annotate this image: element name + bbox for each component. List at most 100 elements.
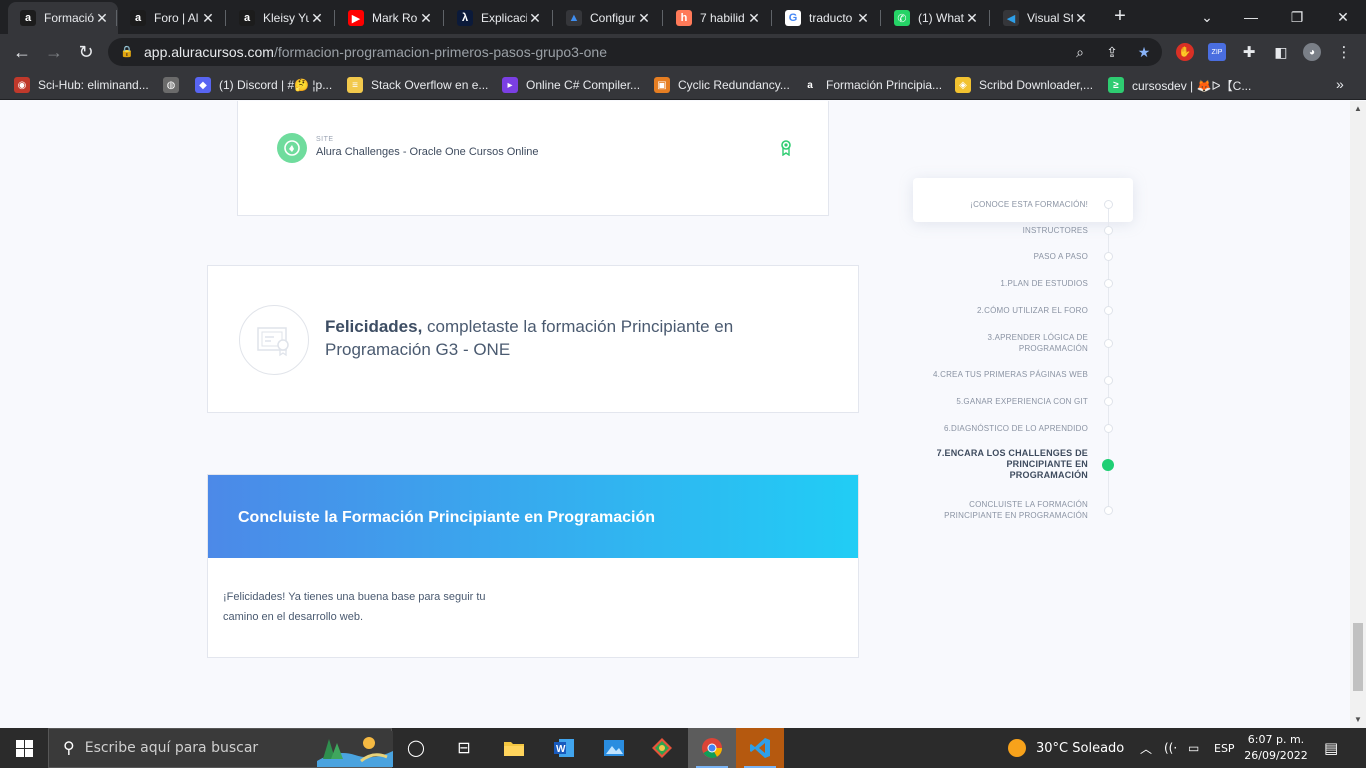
tab-separator bbox=[334, 10, 335, 26]
step-link[interactable]: INSTRUCTORES bbox=[918, 225, 1088, 236]
step-link[interactable]: 5.GANAR EXPERIENCIA CON GIT bbox=[918, 396, 1088, 407]
step-link[interactable]: 1.PLAN DE ESTUDIOS bbox=[918, 278, 1088, 289]
browser-tab[interactable]: ✆ (1) What ✕ bbox=[882, 2, 988, 34]
tab-close-icon[interactable]: ✕ bbox=[94, 10, 110, 27]
step-link[interactable]: ¡CONOCE ESTA FORMACIÓN! bbox=[918, 199, 1088, 210]
tab-close-icon[interactable]: ✕ bbox=[200, 10, 216, 27]
taskbar-search-box[interactable]: ⚲ Escribe aquí para buscar bbox=[48, 728, 393, 768]
step-link[interactable]: 2.CÓMO UTILIZAR EL FORO bbox=[918, 305, 1088, 316]
restore-button[interactable]: ❐ bbox=[1274, 0, 1320, 34]
tab-close-icon[interactable]: ✕ bbox=[964, 10, 980, 27]
word-icon[interactable]: W bbox=[540, 728, 588, 768]
award-ribbon-icon bbox=[781, 140, 791, 156]
tab-close-icon[interactable]: ✕ bbox=[746, 10, 762, 27]
bookmark-item[interactable]: ◈ Scribd Downloader,... bbox=[955, 76, 1093, 94]
wifi-icon[interactable]: ((· bbox=[1164, 728, 1177, 768]
browser-tab[interactable]: ▶ Mark Ro ✕ bbox=[336, 2, 442, 34]
browser-tab[interactable]: Gtraducto ✕ bbox=[773, 2, 879, 34]
bookmark-favicon-icon: ◉ bbox=[14, 77, 30, 93]
more-bookmarks-icon[interactable]: » bbox=[1336, 76, 1344, 92]
step-dot bbox=[1104, 200, 1113, 209]
tab-close-icon[interactable]: ✕ bbox=[1073, 10, 1089, 27]
battery-icon[interactable]: ▭ bbox=[1188, 728, 1199, 768]
url-text[interactable]: app.aluracursos.com/formacion-programaci… bbox=[144, 44, 607, 60]
tab-close-icon[interactable]: ✕ bbox=[855, 10, 871, 27]
taskbar-clock[interactable]: 6:07 p. m. 26/09/2022 bbox=[1244, 732, 1308, 764]
concluded-banner: Concluiste la Formación Principiante en … bbox=[208, 475, 858, 558]
step-link[interactable]: PASO A PASO bbox=[918, 251, 1088, 262]
chrome-taskbar-icon[interactable] bbox=[688, 728, 736, 768]
address-bar[interactable]: 🔒 app.aluracursos.com/formacion-programa… bbox=[108, 38, 1162, 66]
step-link[interactable]: CONCLUISTE LA FORMACIÓN PRINCIPIANTE EN … bbox=[928, 499, 1088, 521]
vscode-taskbar-icon[interactable] bbox=[736, 728, 784, 768]
minimize-button[interactable]: — bbox=[1228, 0, 1274, 34]
page-viewport: SITE Alura Challenges - Oracle One Curso… bbox=[0, 101, 1350, 728]
site-link-icon[interactable] bbox=[277, 133, 307, 163]
page-scrollbar[interactable]: ▲ ▼ bbox=[1350, 101, 1366, 728]
side-panel-icon[interactable]: ◧ bbox=[1272, 43, 1290, 61]
tab-separator bbox=[116, 10, 117, 26]
browser-tab[interactable]: ◀ Visual St ✕ bbox=[991, 2, 1097, 34]
profile-avatar[interactable]: ◕ bbox=[1303, 43, 1321, 61]
reload-icon[interactable]: ↻ bbox=[72, 38, 100, 66]
language-indicator[interactable]: ESP bbox=[1214, 728, 1235, 768]
resource-title-link[interactable]: Alura Challenges - Oracle One Cursos Onl… bbox=[316, 146, 539, 158]
share-icon[interactable]: ⇪ bbox=[1103, 43, 1121, 61]
browser-tab[interactable]: a Formació ✕ bbox=[8, 2, 118, 34]
tab-search-icon[interactable]: ⌄ bbox=[1184, 0, 1230, 34]
tab-close-icon[interactable]: ✕ bbox=[309, 10, 325, 27]
scroll-up-icon[interactable]: ▲ bbox=[1354, 104, 1362, 113]
notifications-icon[interactable]: ▤ bbox=[1324, 728, 1338, 768]
scrollbar-thumb[interactable] bbox=[1353, 623, 1363, 691]
bookmark-item[interactable]: ◆ (1) Discord | #🤔 ¦p... bbox=[195, 76, 332, 94]
tray-chevron-icon[interactable]: ︿ bbox=[1140, 728, 1152, 768]
back-icon[interactable]: ← bbox=[8, 38, 36, 66]
task-view-icon[interactable]: ◯ bbox=[392, 728, 440, 768]
step-link[interactable]: 3.APRENDER LÓGICA DE PROGRAMACIÓN bbox=[928, 332, 1088, 354]
zoom-search-icon[interactable]: ⌕ bbox=[1071, 43, 1089, 61]
extensions-puzzle-icon[interactable]: ✚ bbox=[1240, 43, 1258, 61]
scroll-down-icon[interactable]: ▼ bbox=[1354, 715, 1362, 724]
bookmark-item[interactable]: ▣ Cyclic Redundancy... bbox=[654, 76, 790, 94]
file-explorer-icon[interactable] bbox=[490, 728, 538, 768]
photos-icon[interactable] bbox=[590, 728, 638, 768]
browser-tab[interactable]: ▲ Configur ✕ bbox=[554, 2, 660, 34]
bookmark-item[interactable]: ◍ bbox=[163, 76, 187, 94]
bookmark-item[interactable]: ▸ Online C# Compiler... bbox=[502, 76, 640, 94]
bookmark-item[interactable]: ◉ Sci-Hub: eliminand... bbox=[14, 76, 149, 94]
new-tab-button[interactable]: + bbox=[1110, 6, 1130, 26]
congrats-card: Felicidades, completaste la formación Pr… bbox=[207, 265, 859, 413]
git-kraken-icon[interactable] bbox=[638, 728, 686, 768]
browser-tab[interactable]: h 7 habilid ✕ bbox=[664, 2, 770, 34]
menu-kebab-icon[interactable]: ⋮ bbox=[1335, 43, 1353, 61]
browser-tab[interactable]: a Kleisy Yu ✕ bbox=[227, 2, 333, 34]
lock-icon[interactable]: 🔒 bbox=[120, 45, 134, 59]
tab-close-icon[interactable]: ✕ bbox=[418, 10, 434, 27]
tab-close-icon[interactable]: ✕ bbox=[636, 10, 652, 27]
bookmark-item[interactable]: a Formación Principia... bbox=[802, 76, 942, 94]
weather-text: 30°C Soleado bbox=[1036, 740, 1125, 756]
browser-tab[interactable]: λ Explicaci ✕ bbox=[445, 2, 551, 34]
windows-start-icon[interactable] bbox=[0, 728, 48, 768]
congrats-message: Felicidades, completaste la formación Pr… bbox=[325, 317, 734, 359]
browser-tab[interactable]: a Foro | Al ✕ bbox=[118, 2, 224, 34]
tab-close-icon[interactable]: ✕ bbox=[527, 10, 543, 27]
weather-widget[interactable]: 30°C Soleado bbox=[1008, 728, 1124, 768]
resource-type-label: SITE bbox=[316, 136, 334, 143]
bookmark-star-icon[interactable]: ★ bbox=[1135, 43, 1153, 61]
step-link[interactable]: 6.DIAGNÓSTICO DE LO APRENDIDO bbox=[918, 423, 1088, 434]
widgets-icon[interactable]: ⊟ bbox=[440, 728, 488, 768]
adblock-extension-icon[interactable]: ✋ bbox=[1176, 43, 1194, 61]
browser-tab-strip: a Formació ✕ a Foro | Al ✕ a Kleisy Yu ✕ ▶ Mark Ro… bbox=[0, 0, 1366, 34]
bookmark-favicon-icon: ◍ bbox=[163, 77, 179, 93]
zip-extension-icon[interactable]: ZIP bbox=[1208, 43, 1226, 61]
forward-icon[interactable]: → bbox=[40, 38, 68, 66]
tab-favicon-icon: a bbox=[20, 10, 36, 26]
step-link-current[interactable]: 7.ENCARA LOS CHALLENGES DE PRINCIPIANTE … bbox=[928, 448, 1088, 481]
tab-separator bbox=[443, 10, 444, 26]
svg-text:W: W bbox=[556, 744, 566, 755]
close-window-button[interactable]: ✕ bbox=[1320, 0, 1366, 34]
bookmark-item[interactable]: ≡ Stack Overflow en e... bbox=[347, 76, 488, 94]
step-link[interactable]: 4.CREA TUS PRIMERAS PÁGINAS WEB bbox=[928, 369, 1088, 380]
bookmark-item[interactable]: ≥ cursosdev | 🦊ᐅ【C... bbox=[1108, 76, 1251, 94]
